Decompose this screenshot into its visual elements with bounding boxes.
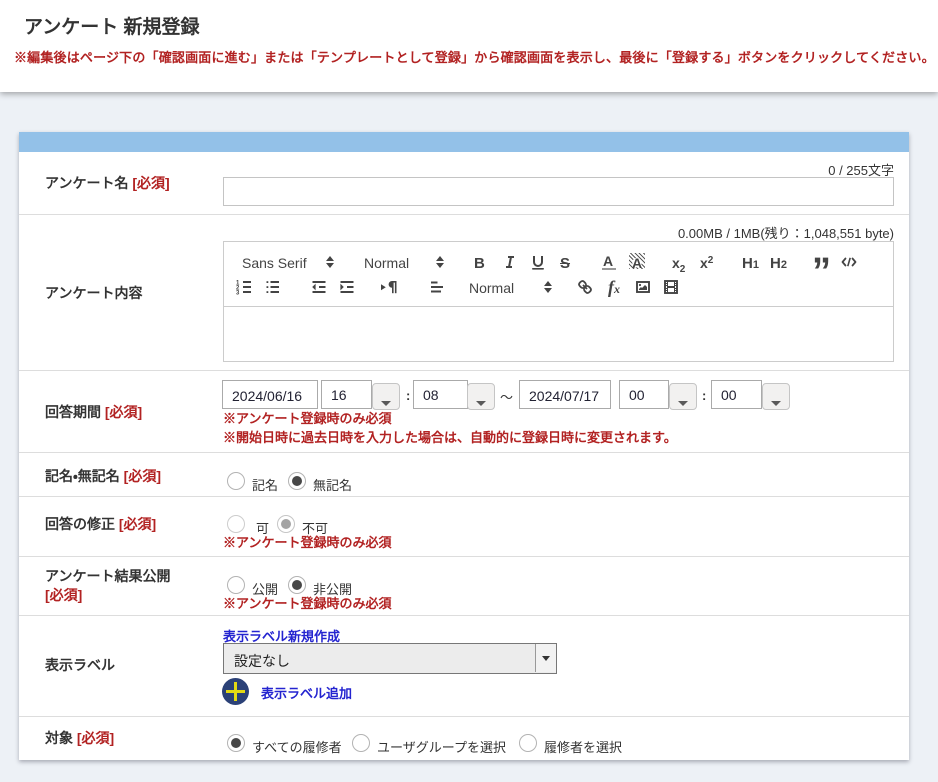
- svg-text:3: 3: [236, 291, 240, 297]
